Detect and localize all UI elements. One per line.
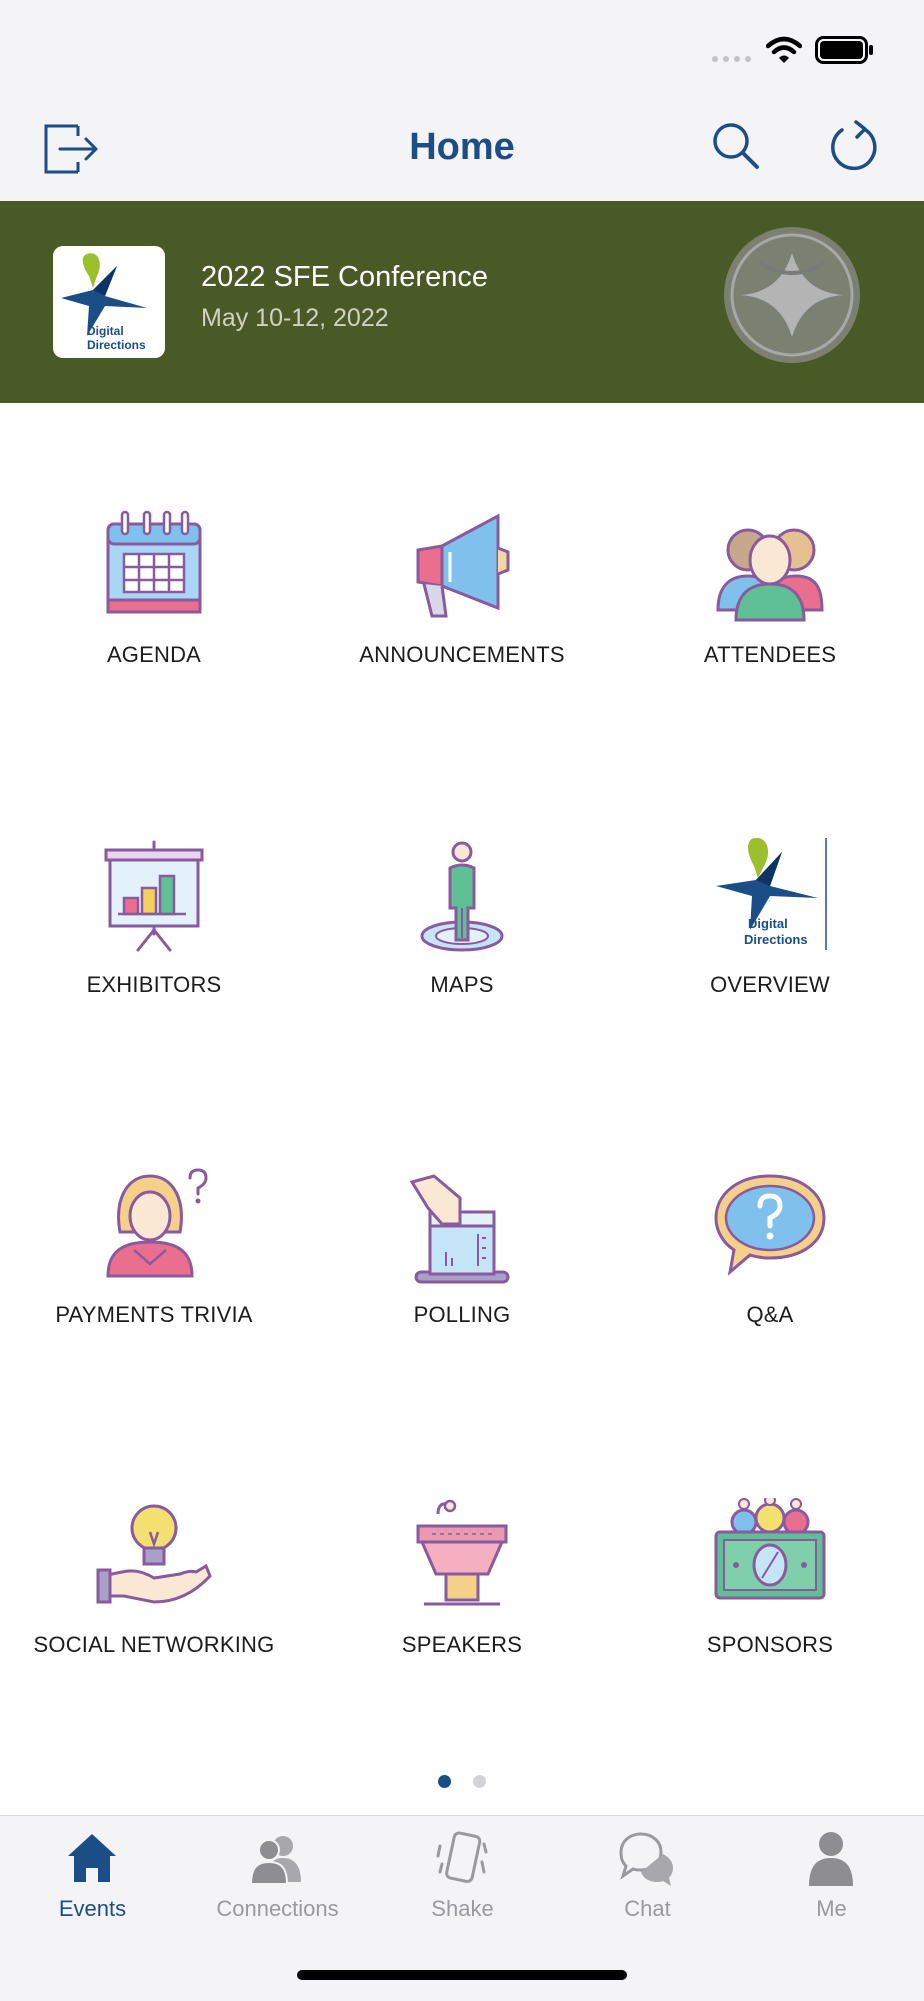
logo-text-line1: Digital: [87, 324, 124, 338]
tab-connections[interactable]: Connections: [185, 1816, 370, 1926]
event-logo: Digital Directions: [53, 246, 165, 358]
page-dot[interactable]: [473, 1775, 487, 1788]
tile-polling[interactable]: POLLING: [308, 1168, 616, 1388]
ballot-box-icon: [409, 1174, 510, 1284]
woman-question-icon: [106, 1168, 208, 1278]
tile-exhibitors[interactable]: EXHIBITORS: [0, 838, 308, 1058]
tile-announcements[interactable]: ANNOUNCEMENTS: [308, 508, 616, 728]
question-bubble-icon: [714, 1174, 826, 1276]
tile-qa[interactable]: Q&A: [616, 1168, 924, 1388]
page-indicator[interactable]: [0, 1775, 924, 1791]
tile-maps[interactable]: MAPS: [308, 838, 616, 1058]
status-bar: [0, 0, 924, 100]
tab-label: Chat: [624, 1896, 671, 1921]
svg-text:Digital: Digital: [748, 916, 788, 931]
home-indicator[interactable]: [297, 1970, 627, 1980]
connections-icon: [249, 1836, 301, 1885]
tile-overview[interactable]: Digital Directions OVERVIEW: [616, 838, 924, 1058]
tile-label: SOCIAL NETWORKING: [33, 1632, 275, 1657]
tab-label: Connections: [216, 1896, 339, 1921]
tile-label: OVERVIEW: [710, 972, 830, 997]
digital-directions-logo-icon: Digital Directions: [716, 838, 827, 950]
page-title: Home: [409, 126, 515, 168]
tile-label: AGENDA: [106, 642, 202, 667]
event-banner[interactable]: Digital Directions 2022 SFE Conference M…: [0, 201, 924, 403]
tile-label: Q&A: [746, 1302, 794, 1327]
tab-chat[interactable]: Chat: [555, 1816, 740, 1926]
tile-speakers[interactable]: SPEAKERS: [308, 1498, 616, 1718]
tile-label: SPEAKERS: [401, 1632, 523, 1657]
tile-sponsors[interactable]: SPONSORS: [616, 1498, 924, 1718]
tab-label: Shake: [431, 1896, 494, 1921]
tile-label: PAYMENTS TRIVIA: [55, 1302, 253, 1327]
presentation-board-icon: [104, 840, 204, 952]
search-icon[interactable]: [710, 120, 762, 172]
tab-shake[interactable]: Shake: [370, 1816, 555, 1926]
money-people-icon: [714, 1498, 826, 1600]
calendar-icon: [106, 510, 202, 614]
battery-icon: [815, 36, 873, 64]
tab-label: Me: [816, 1896, 847, 1921]
refresh-icon[interactable]: [826, 118, 880, 172]
tile-agenda[interactable]: AGENDA: [0, 508, 308, 728]
event-title: 2022 SFE Conference: [201, 261, 488, 293]
tile-social-networking[interactable]: SOCIAL NETWORKING: [0, 1498, 308, 1718]
person-icon: [809, 1832, 853, 1886]
tile-label: EXHIBITORS: [86, 972, 222, 997]
megaphone-icon: [416, 513, 510, 618]
map-pin-person-icon: [420, 841, 504, 952]
people-icon: [716, 528, 824, 622]
idea-hand-icon: [96, 1504, 212, 1604]
tile-payments-trivia[interactable]: PAYMENTS TRIVIA: [0, 1168, 308, 1388]
logo-text-line2: Directions: [87, 338, 146, 352]
event-date: May 10-12, 2022: [201, 304, 389, 332]
tab-label: Events: [58, 1896, 127, 1921]
podium-icon: [416, 1499, 508, 1606]
tile-label: POLLING: [413, 1302, 511, 1327]
wifi-icon: [766, 36, 802, 63]
tile-label: ATTENDEES: [703, 642, 837, 667]
home-icon: [68, 1834, 116, 1882]
tab-events[interactable]: Events: [0, 1816, 185, 1926]
chat-bubbles-icon: [619, 1832, 673, 1886]
nav-bar: Home: [0, 100, 924, 201]
tile-label: SPONSORS: [706, 1632, 834, 1657]
tab-me[interactable]: Me: [739, 1816, 924, 1926]
signal-dots-icon: [712, 56, 751, 62]
tile-label: ANNOUNCEMENTS: [359, 642, 565, 667]
event-emblem-icon: [724, 227, 860, 363]
tile-attendees[interactable]: ATTENDEES: [616, 508, 924, 728]
tile-label: MAPS: [430, 972, 494, 997]
shake-phone-icon: [436, 1831, 488, 1883]
svg-text:Directions: Directions: [744, 932, 808, 947]
page-dot-active[interactable]: [437, 1775, 451, 1788]
